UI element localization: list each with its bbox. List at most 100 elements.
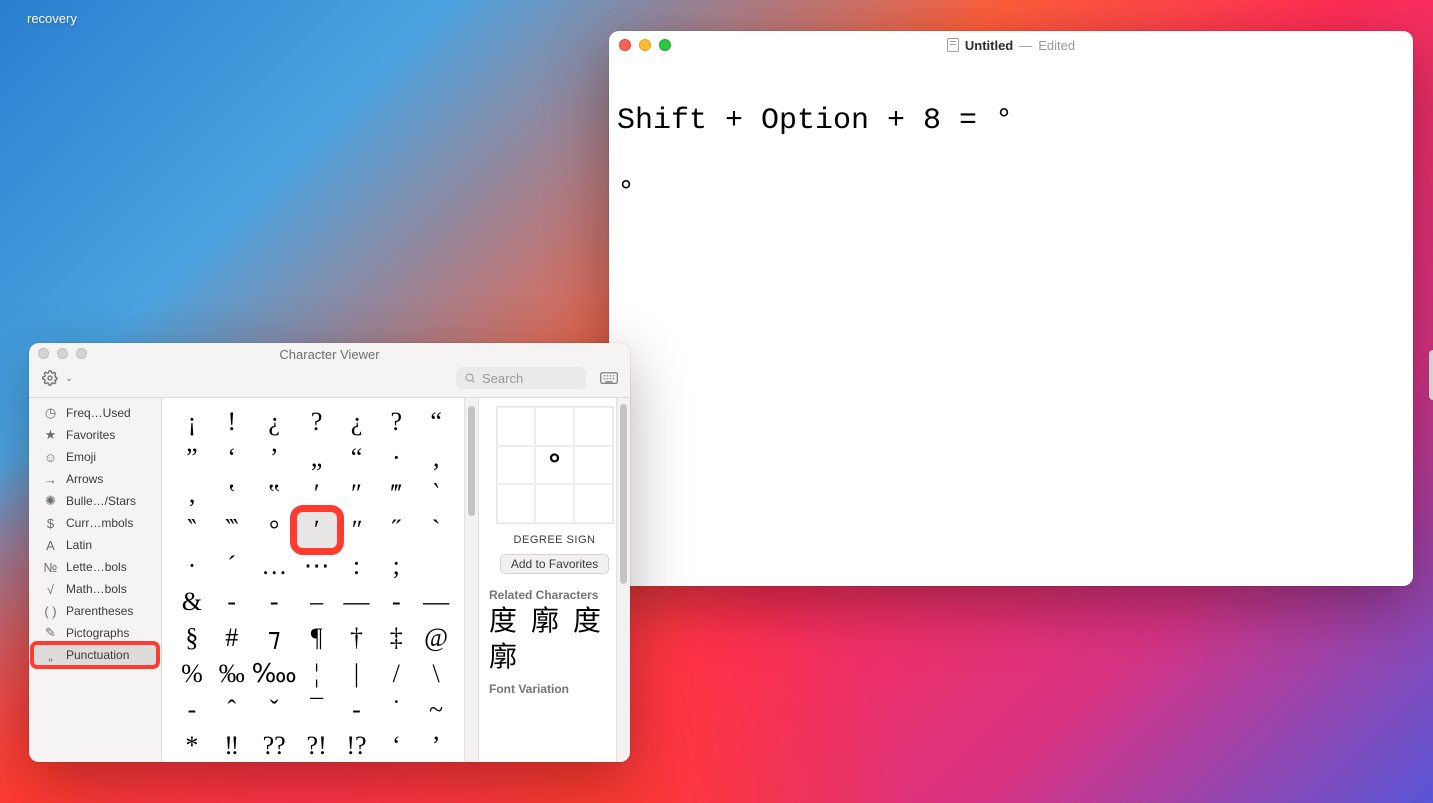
character-cell[interactable]: ‴: [376, 476, 416, 512]
character-cell[interactable]: ‡: [376, 620, 416, 656]
character-cell[interactable]: ˇ: [252, 692, 297, 728]
character-cell[interactable]: §: [172, 620, 212, 656]
sidebar-item-bullets-stars[interactable]: ✺Bulle…/Stars: [33, 490, 157, 512]
character-cell[interactable]: ¿: [337, 404, 377, 440]
character-cell[interactable]: -: [337, 692, 377, 728]
search-input[interactable]: Search: [456, 367, 586, 389]
character-cell[interactable]: #: [212, 620, 252, 656]
chevron-down-icon[interactable]: ⌄: [65, 373, 73, 384]
character-cell[interactable]: -: [212, 584, 252, 620]
character-cell[interactable]: ·: [172, 548, 212, 584]
sidebar-item-math[interactable]: √Math…bols: [33, 578, 157, 600]
character-cell[interactable]: ;: [376, 548, 416, 584]
character-cell[interactable]: ¿: [252, 404, 297, 440]
character-cell[interactable]: ‰: [212, 656, 252, 692]
keyboard-icon[interactable]: [598, 368, 620, 388]
character-cell[interactable]: ‚: [416, 440, 456, 476]
character-cell[interactable]: ‟: [252, 476, 297, 512]
sidebar-item-emoji[interactable]: ☺Emoji: [33, 446, 157, 468]
sidebar-item-arrows[interactable]: →Arrows: [33, 468, 157, 490]
character-cell[interactable]: ??: [252, 728, 297, 762]
character-cell[interactable]: ⁊: [252, 620, 297, 656]
character-cell[interactable]: ʹ: [297, 512, 337, 548]
character-cell[interactable]: ·: [376, 440, 416, 476]
character-cell[interactable]: ‼: [212, 728, 252, 762]
character-cell[interactable]: ˆ: [212, 692, 252, 728]
grid-scrollbar[interactable]: [464, 398, 478, 762]
character-cell[interactable]: :: [337, 548, 377, 584]
character-cell[interactable]: ′: [297, 476, 337, 512]
character-cell[interactable]: ¶: [297, 620, 337, 656]
character-cell[interactable]: ‷: [212, 512, 252, 548]
character-cell[interactable]: ‛: [212, 476, 252, 512]
detail-scroll-thumb[interactable]: [620, 404, 627, 584]
character-cell[interactable]: ‶: [172, 512, 212, 548]
grid-scroll-thumb[interactable]: [468, 406, 475, 516]
character-cell[interactable]: ʺ: [337, 512, 377, 548]
character-cell[interactable]: ~: [416, 692, 456, 728]
character-cell[interactable]: ‘: [376, 728, 416, 762]
character-cell[interactable]: —: [416, 584, 456, 620]
zoom-button[interactable]: [659, 39, 671, 51]
character-cell[interactable]: ‱: [252, 656, 297, 692]
character-cell[interactable]: %: [172, 656, 212, 692]
sidebar-item-frequently-used[interactable]: ◷Freq…Used: [33, 402, 157, 424]
character-cell[interactable]: ?!: [297, 728, 337, 762]
textedit-content[interactable]: Shift + Option + 8 = ° °: [609, 59, 1413, 219]
character-cell[interactable]: …: [252, 548, 297, 584]
character-cell[interactable]: ‵: [416, 476, 456, 512]
character-cell[interactable]: /: [376, 656, 416, 692]
character-viewer-titlebar[interactable]: Character Viewer: [29, 343, 630, 365]
gear-icon[interactable]: [41, 369, 59, 387]
close-button[interactable]: [619, 39, 631, 51]
character-cell[interactable]: ‘: [212, 440, 252, 476]
character-cell[interactable]: ?: [376, 404, 416, 440]
character-cell[interactable]: ’: [416, 728, 456, 762]
character-cell[interactable]: ‑: [376, 584, 416, 620]
character-cell[interactable]: †: [337, 620, 377, 656]
sidebar-item-latin[interactable]: ALatin: [33, 534, 157, 556]
character-cell[interactable]: @: [416, 620, 456, 656]
sidebar-item-pictographs[interactable]: ✎Pictographs: [33, 622, 157, 644]
character-cell[interactable]: ˙: [376, 692, 416, 728]
sidebar-item-parentheses[interactable]: ( )Parentheses: [33, 600, 157, 622]
character-cell[interactable]: [416, 548, 456, 584]
character-cell[interactable]: “: [337, 440, 377, 476]
character-cell[interactable]: !?: [337, 728, 377, 762]
character-cell[interactable]: °: [252, 512, 297, 548]
character-cell[interactable]: —: [337, 584, 377, 620]
related-character[interactable]: 廓: [489, 644, 517, 672]
related-character[interactable]: 度: [573, 608, 601, 636]
character-cell[interactable]: ¡: [172, 404, 212, 440]
character-cell[interactable]: ˝: [376, 512, 416, 548]
related-character[interactable]: 度: [489, 608, 517, 636]
sidebar-item-letterlike[interactable]: №Lette…bols: [33, 556, 157, 578]
textedit-titlebar[interactable]: Untitled — Edited: [609, 31, 1413, 59]
character-cell[interactable]: ?: [297, 404, 337, 440]
character-cell[interactable]: ″: [337, 476, 377, 512]
character-cell[interactable]: \: [416, 656, 456, 692]
detail-scrollbar[interactable]: [616, 398, 630, 762]
add-to-favorites-button[interactable]: Add to Favorites: [500, 554, 609, 574]
character-cell[interactable]: „: [297, 440, 337, 476]
character-cell[interactable]: ¯: [297, 692, 337, 728]
sidebar-item-punctuation[interactable]: „Punctuation: [33, 644, 157, 666]
character-cell[interactable]: ‐: [252, 584, 297, 620]
character-cell[interactable]: ´: [212, 548, 252, 584]
character-cell[interactable]: ”: [172, 440, 212, 476]
sidebar-item-favorites[interactable]: ★Favorites: [33, 424, 157, 446]
character-cell[interactable]: ⋯: [297, 548, 337, 584]
character-cell[interactable]: |: [337, 656, 377, 692]
character-cell[interactable]: ’: [252, 440, 297, 476]
sidebar-item-currency[interactable]: $Curr…mbols: [33, 512, 157, 534]
character-cell[interactable]: *: [172, 728, 212, 762]
character-cell[interactable]: &: [172, 584, 212, 620]
character-cell[interactable]: ¦: [297, 656, 337, 692]
character-cell[interactable]: `: [416, 512, 456, 548]
minimize-button[interactable]: [639, 39, 651, 51]
character-cell[interactable]: “: [416, 404, 456, 440]
character-cell[interactable]: –: [297, 584, 337, 620]
character-cell[interactable]: ‚: [172, 476, 212, 512]
character-cell[interactable]: -: [172, 692, 212, 728]
related-character[interactable]: 廓: [531, 608, 559, 636]
